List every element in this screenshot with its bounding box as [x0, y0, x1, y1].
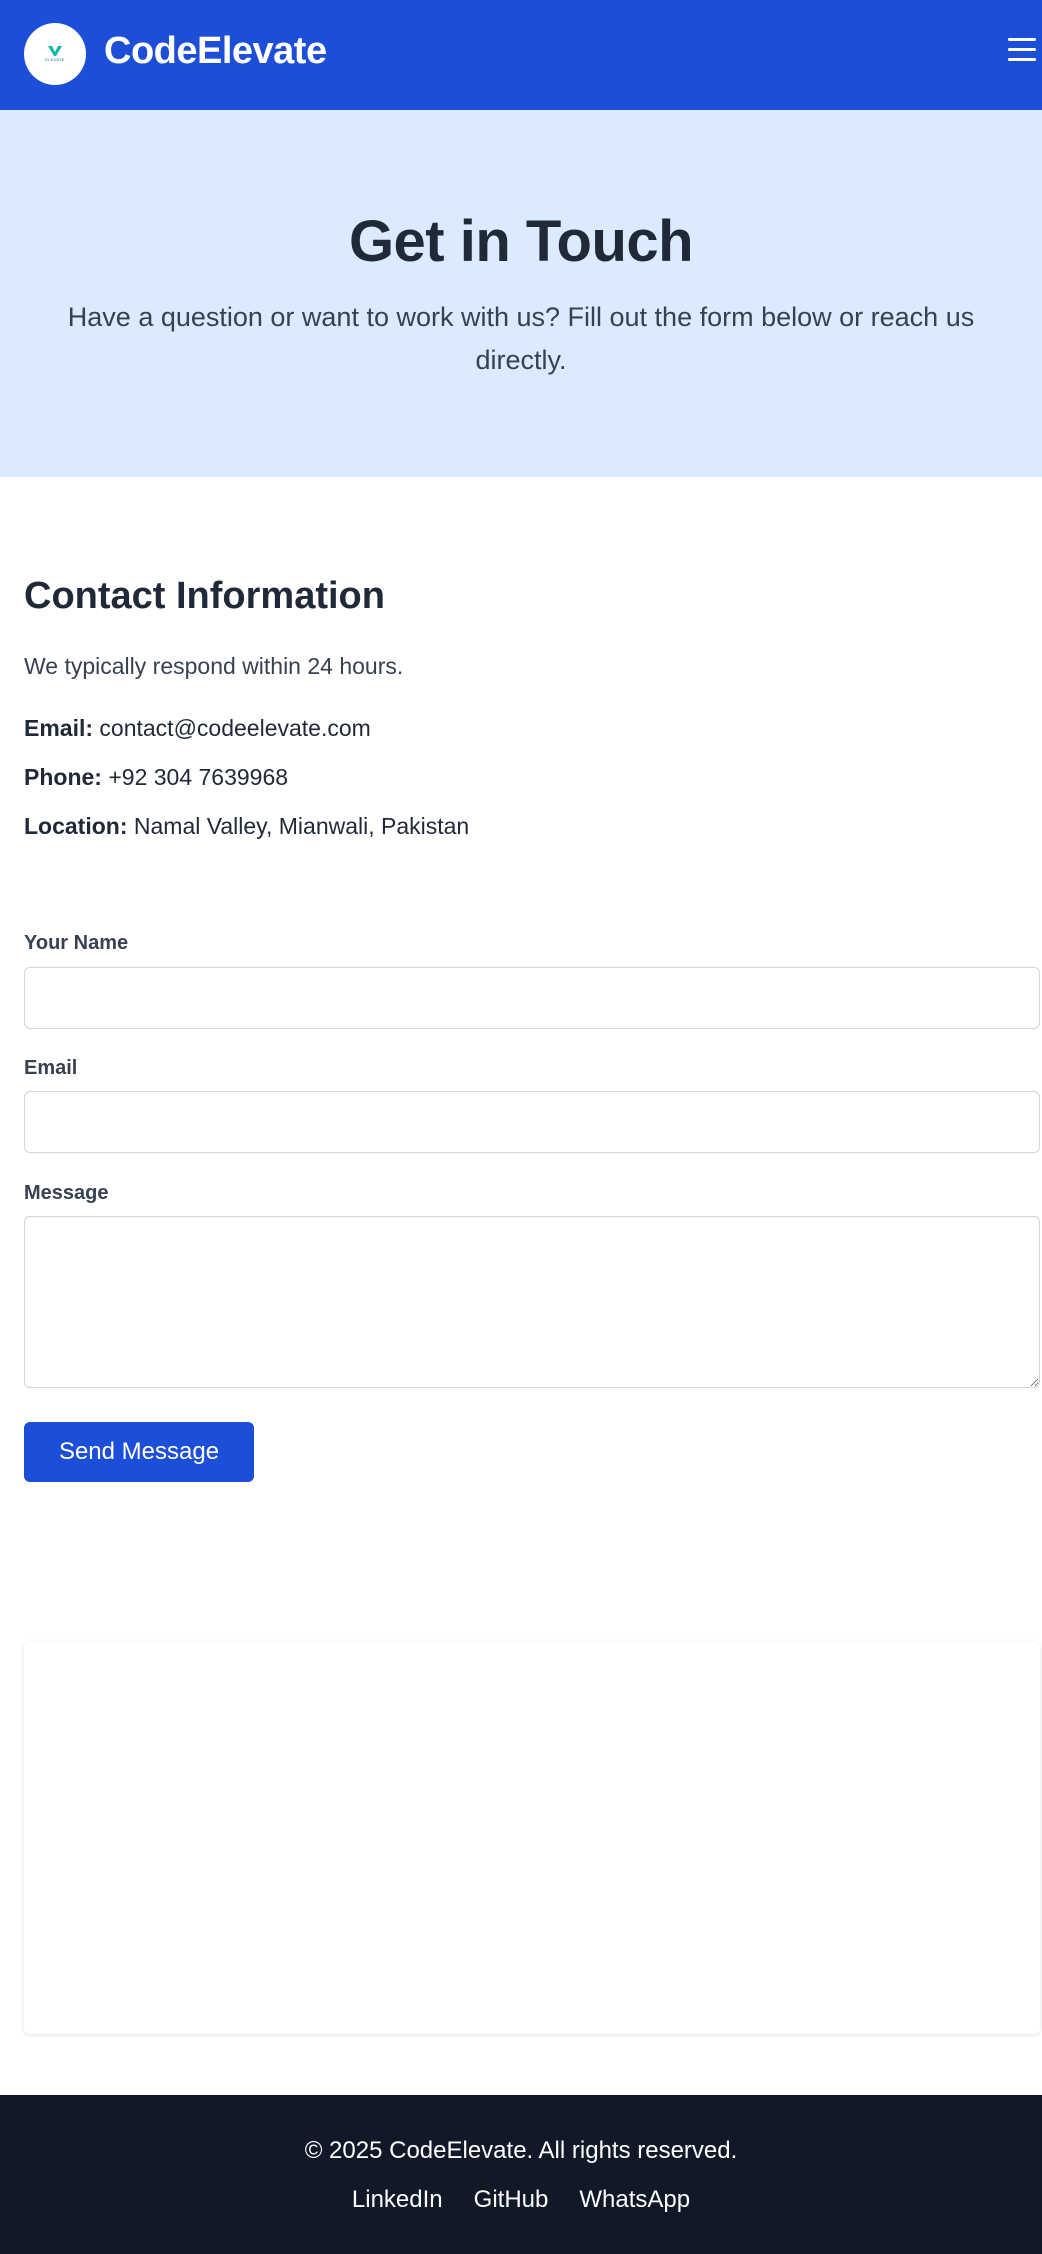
menu-bar [1008, 38, 1036, 41]
email-label: Email: [24, 715, 94, 741]
footer-link-linkedin[interactable]: LinkedIn [352, 2186, 443, 2214]
copyright-text: © 2025 CodeElevate. All rights reserved. [304, 2137, 738, 2164]
contact-heading: Contact Information [24, 575, 385, 617]
phone-label: Phone: [24, 764, 102, 790]
send-message-button[interactable]: Send Message [24, 1422, 254, 1482]
email-value[interactable]: contact@codeelevate.com [99, 715, 370, 741]
location-label: Location: [24, 813, 128, 839]
respond-time-text: We typically respond within 24 hours. [24, 653, 404, 679]
logo-text: ELEVATE [45, 57, 65, 62]
logo[interactable]: ELEVATE [24, 23, 86, 85]
footer: © 2025 CodeElevate. All rights reserved.… [0, 2095, 1042, 2254]
menu-bar [1008, 58, 1036, 61]
email-input[interactable] [24, 1091, 1040, 1153]
navbar: ELEVATE CodeElevate [0, 0, 1042, 110]
name-label: Your Name [24, 932, 129, 954]
message-textarea[interactable] [24, 1216, 1040, 1388]
phone-value[interactable]: +92 304 7639968 [108, 764, 288, 790]
page-title: Get in Touch [348, 209, 694, 274]
hero-subtitle: Have a question or want to work with us?… [67, 302, 975, 375]
contact-information: Contact Information We typically respond… [24, 575, 1014, 839]
location-value: Namal Valley, Mianwali, Pakistan [133, 813, 470, 839]
contact-email: Email: contact@codeelevate.com [24, 715, 371, 742]
menu-bar [1008, 48, 1036, 51]
footer-link-github[interactable]: GitHub [474, 2186, 549, 2214]
contact-location: Location: Namal Valley, Mianwali, Pakist… [24, 813, 469, 840]
footer-link-whatsapp[interactable]: WhatsApp [579, 2186, 690, 2214]
contact-phone: Phone: +92 304 7639968 [24, 764, 288, 791]
brand-name[interactable]: CodeElevate [104, 30, 327, 73]
footer-links: LinkedIn GitHub WhatsApp [0, 2186, 1042, 2214]
email-field-label: Email [24, 1057, 78, 1079]
map-embed[interactable] [24, 1642, 1040, 2034]
message-label: Message [24, 1182, 109, 1204]
logo-mark-icon [48, 46, 62, 56]
hero-section: Get in Touch Have a question or want to … [0, 110, 1042, 477]
name-input[interactable] [24, 967, 1040, 1029]
hamburger-menu-icon[interactable] [1008, 38, 1036, 64]
